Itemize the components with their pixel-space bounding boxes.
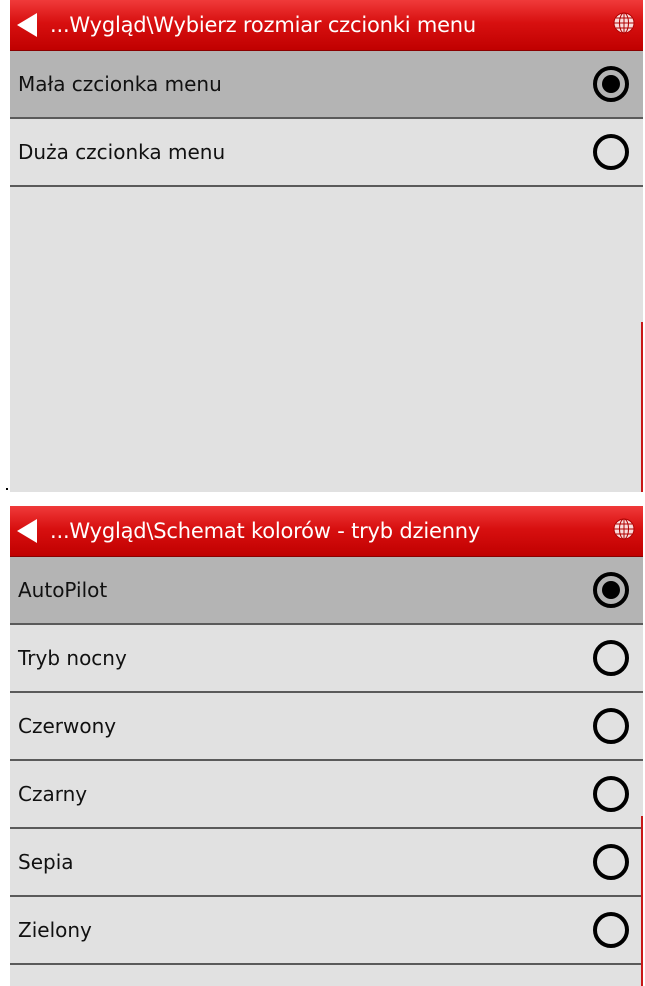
option-label: Zielony	[18, 918, 92, 942]
menu-font-size-screen: ...Wygląd\Wybierz rozmiar czcionki menu …	[10, 0, 643, 492]
radio-selected-icon[interactable]	[593, 66, 629, 102]
options-list: AutoPilot Tryb nocny Czerwony Czarny Sepia Zi…	[10, 557, 643, 965]
options-list: Mała czcionka menu Duża czcionka menu	[10, 51, 643, 187]
radio-selected-icon[interactable]	[593, 572, 629, 608]
title-bar: ...Wygląd\Wybierz rozmiar czcionki menu	[10, 0, 643, 51]
option-label: Mała czcionka menu	[18, 72, 222, 96]
option-row[interactable]: Czerwony	[10, 693, 643, 761]
page-title: ...Wygląd\Schemat kolorów - tryb dzienny	[50, 519, 481, 543]
option-label: Tryb nocny	[18, 646, 127, 670]
option-row[interactable]: Mała czcionka menu	[10, 51, 643, 119]
radio-unselected-icon[interactable]	[593, 844, 629, 880]
radio-unselected-icon[interactable]	[593, 640, 629, 676]
radio-unselected-icon[interactable]	[593, 912, 629, 948]
option-label: Czarny	[18, 782, 88, 806]
stray-dot	[6, 488, 8, 490]
option-label: AutoPilot	[18, 578, 108, 602]
back-arrow-icon[interactable]	[17, 519, 37, 543]
globe-icon[interactable]	[613, 518, 635, 540]
back-arrow-icon[interactable]	[17, 13, 37, 37]
color-scheme-screen: ...Wygląd\Schemat kolorów - tryb dzienny…	[10, 506, 643, 986]
option-label: Sepia	[18, 850, 74, 874]
option-row[interactable]: Duża czcionka menu	[10, 119, 643, 187]
radio-unselected-icon[interactable]	[593, 776, 629, 812]
radio-dot	[602, 75, 620, 93]
option-row[interactable]: Sepia	[10, 829, 643, 897]
option-row[interactable]: Zielony	[10, 897, 643, 965]
option-row[interactable]: Czarny	[10, 761, 643, 829]
scroll-indicator[interactable]	[641, 322, 643, 492]
page-title: ...Wygląd\Wybierz rozmiar czcionki menu	[50, 13, 477, 37]
option-label: Czerwony	[18, 714, 117, 738]
radio-unselected-icon[interactable]	[593, 708, 629, 744]
globe-icon[interactable]	[613, 12, 635, 34]
radio-unselected-icon[interactable]	[593, 134, 629, 170]
option-row[interactable]: Tryb nocny	[10, 625, 643, 693]
radio-dot	[602, 581, 620, 599]
scroll-indicator[interactable]	[641, 816, 643, 986]
option-row[interactable]: AutoPilot	[10, 557, 643, 625]
title-bar: ...Wygląd\Schemat kolorów - tryb dzienny	[10, 506, 643, 557]
option-label: Duża czcionka menu	[18, 140, 226, 164]
